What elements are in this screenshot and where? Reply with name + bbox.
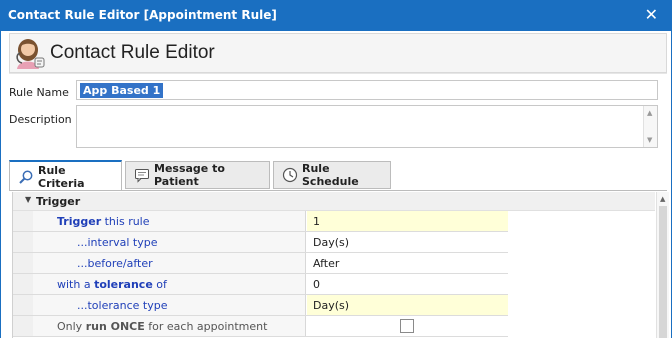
property-row-trigger[interactable]: Trigger this rule 1 <box>13 211 508 232</box>
property-name-run-once[interactable]: Only run ONCE for each appointment <box>33 316 306 336</box>
property-name-tolerance-type[interactable]: ...tolerance type <box>33 295 306 315</box>
name-part: tolerance <box>94 278 153 291</box>
row-indent <box>13 253 33 273</box>
name-part: Only <box>57 320 86 333</box>
tab-message-to-patient[interactable]: Message to Patient <box>125 161 270 189</box>
property-value-before-after[interactable]: After <box>307 253 508 273</box>
name-part: ...tolerance type <box>77 299 168 312</box>
property-row-tolerance[interactable]: with a tolerance of 0 <box>13 274 508 295</box>
property-value-run-once[interactable] <box>307 316 508 336</box>
property-row-tolerance-type[interactable]: ...tolerance type Day(s) <box>13 295 508 316</box>
scrollbar-thumb[interactable] <box>659 206 667 338</box>
rule-name-value[interactable]: App Based 1 <box>80 83 164 98</box>
header-divider <box>9 73 667 74</box>
name-part: run ONCE <box>85 320 145 333</box>
row-indent <box>13 295 33 315</box>
editor-header: Contact Rule Editor <box>9 33 667 73</box>
window-title: Contact Rule Editor [Appointment Rule] <box>8 8 277 22</box>
category-label: Trigger <box>36 195 81 208</box>
property-name-trigger[interactable]: Trigger this rule <box>33 211 306 231</box>
property-value-tolerance[interactable]: 0 <box>307 274 508 294</box>
scroll-up-icon[interactable]: ▲ <box>647 109 652 117</box>
property-name-before-after[interactable]: ...before/after <box>33 253 306 273</box>
tab-strip: Rule Criteria Message to Patient Rule Sc… <box>9 160 667 191</box>
property-value-tolerance-type[interactable]: Day(s) <box>307 295 508 315</box>
tab-baseline <box>9 190 667 191</box>
tab-rule-criteria[interactable]: Rule Criteria <box>9 160 122 191</box>
collapse-triangle-icon[interactable]: ▼ <box>25 195 31 204</box>
tab-label: Rule Schedule <box>302 162 359 188</box>
name-part: for each appointment <box>144 320 268 333</box>
description-field[interactable]: ▲ ▼ <box>76 105 658 148</box>
close-icon[interactable]: ✕ <box>645 5 658 24</box>
run-once-checkbox[interactable] <box>400 319 414 333</box>
message-icon <box>134 167 150 183</box>
scroll-down-icon[interactable]: ▼ <box>647 136 652 144</box>
row-indent <box>13 232 33 252</box>
window-title-bar[interactable]: Contact Rule Editor [Appointment Rule] ✕ <box>0 0 672 31</box>
scroll-up-icon[interactable]: ▲ <box>660 195 665 203</box>
property-name-tolerance[interactable]: with a tolerance of <box>33 274 306 294</box>
name-part: ...interval type <box>77 236 158 249</box>
property-grid: ▼ Trigger Trigger this rule 1 ...interva… <box>12 192 655 338</box>
property-value-trigger[interactable]: 1 <box>307 211 508 231</box>
name-part: Trigger <box>57 215 102 228</box>
row-indent <box>13 274 33 294</box>
search-icon <box>18 169 34 185</box>
name-part: this rule <box>101 215 150 228</box>
row-indent <box>13 211 33 231</box>
tab-label: Message to Patient <box>154 162 225 188</box>
property-value-interval-type[interactable]: Day(s) <box>307 232 508 252</box>
dialog-body: Contact Rule Editor Rule Name App Based … <box>0 31 672 338</box>
property-row-before-after[interactable]: ...before/after After <box>13 253 508 274</box>
description-label: Description <box>9 113 72 126</box>
page-title: Contact Rule Editor <box>50 42 215 63</box>
rule-name-label: Rule Name <box>9 86 69 99</box>
name-part: with a <box>57 278 95 291</box>
grid-scrollbar[interactable]: ▲ <box>656 192 669 338</box>
name-part: of <box>152 278 167 291</box>
user-avatar-icon <box>13 36 47 70</box>
row-indent <box>13 316 33 336</box>
category-row-trigger[interactable]: ▼ Trigger <box>13 192 655 211</box>
rule-name-field[interactable]: App Based 1 <box>76 80 658 100</box>
property-row-interval-type[interactable]: ...interval type Day(s) <box>13 232 508 253</box>
property-row-run-once[interactable]: Only run ONCE for each appointment <box>13 316 508 337</box>
tab-label: Rule Criteria <box>38 163 85 190</box>
description-scrollbar[interactable]: ▲ ▼ <box>643 106 657 147</box>
property-name-interval-type[interactable]: ...interval type <box>33 232 306 252</box>
tab-rule-schedule[interactable]: Rule Schedule <box>273 161 391 189</box>
clock-icon <box>282 167 298 183</box>
name-part: ...before/after <box>77 257 153 270</box>
